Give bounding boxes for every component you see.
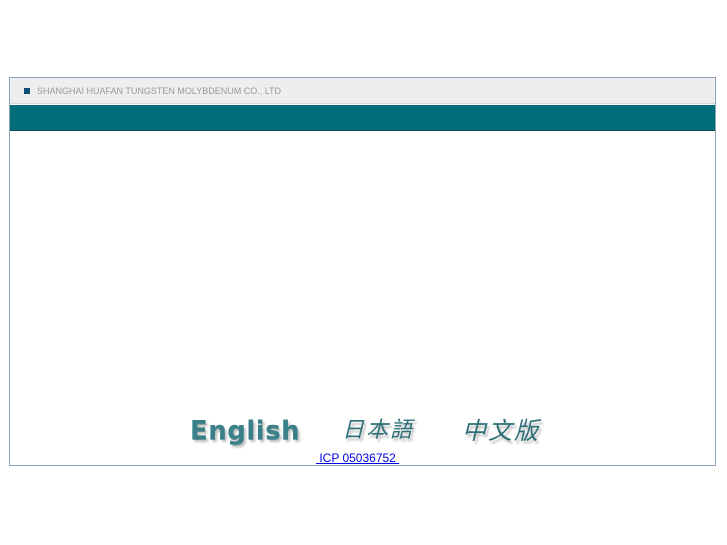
company-name: SHANGHAI HUAFAN TUNGSTEN MOLYBDENUM CO.,… (37, 86, 282, 96)
icp-license-link[interactable]: ICP 05036752 (316, 451, 399, 465)
square-bullet-icon (24, 88, 30, 94)
language-link-chinese[interactable]: 中文版 (462, 412, 540, 450)
header-bar: SHANGHAI HUAFAN TUNGSTEN MOLYBDENUM CO.,… (10, 78, 715, 104)
language-link-english[interactable]: English (190, 412, 300, 450)
teal-banner (10, 105, 715, 131)
language-link-japanese[interactable]: 日本語 (342, 412, 414, 450)
language-selector: English 日本語 中文版 (10, 412, 715, 452)
main-frame: SHANGHAI HUAFAN TUNGSTEN MOLYBDENUM CO.,… (9, 77, 716, 466)
